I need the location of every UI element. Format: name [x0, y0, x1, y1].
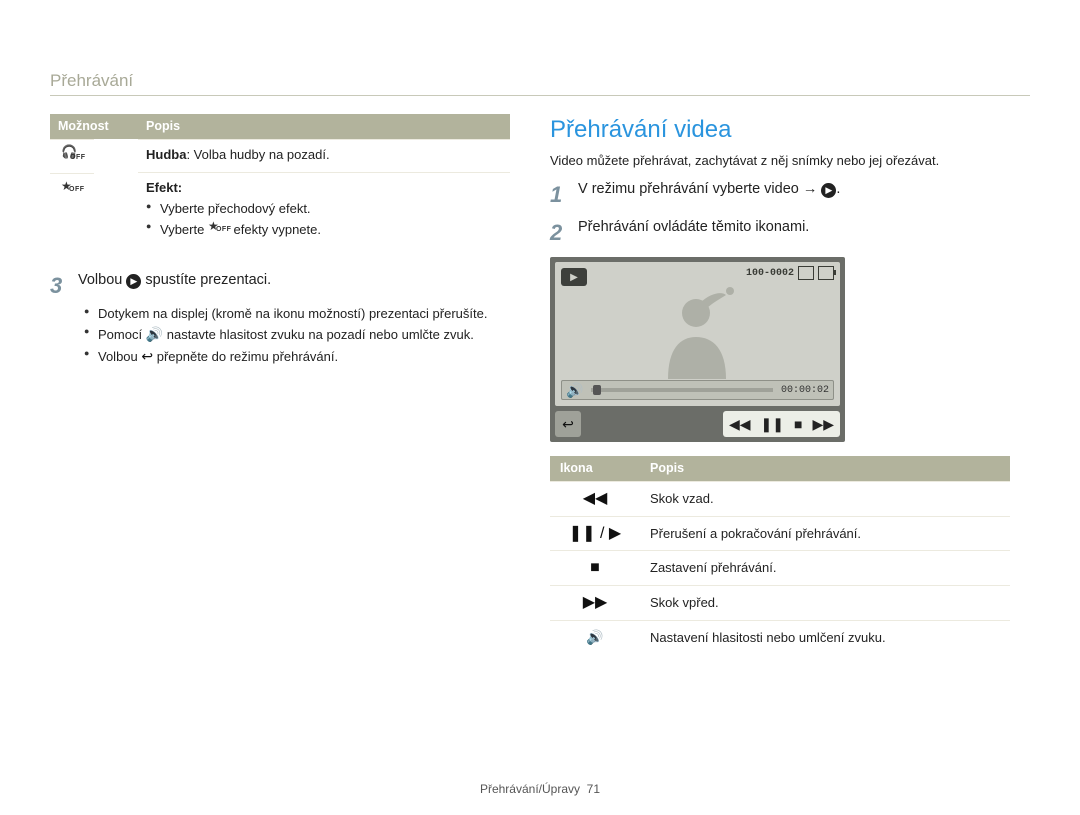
- progress-bar: 00:00:02: [561, 380, 834, 400]
- pause-play-icon: ❚❚ / ▶: [550, 516, 640, 551]
- table-row: Efekt: Vyberte přechodový efekt. Vyberte…: [50, 173, 510, 253]
- list-item: Vyberte efekty vypnete.: [146, 220, 502, 239]
- speaker-icon: [146, 327, 163, 342]
- elapsed-time: 00:00:02: [781, 384, 829, 398]
- cell-desc: Přerušení a pokračování přehrávání.: [640, 516, 1010, 551]
- step-2: 2 Přehrávání ovládáte těmito ikonami.: [550, 218, 1010, 248]
- fast-forward-icon: ▶▶: [812, 415, 834, 434]
- file-counter: 100-0002: [746, 267, 794, 281]
- progress-track: [591, 388, 773, 392]
- crop-icon: [798, 266, 814, 280]
- manual-page: Přehrávání Možnost Popis Hudba: Volba hu…: [0, 0, 1080, 815]
- step-3: 3 Volbou ▶ spustíte prezentaci.: [50, 271, 510, 301]
- cell-desc: Zastavení přehrávání.: [640, 551, 1010, 586]
- step-number: 3: [50, 271, 68, 301]
- table-row: ■ Zastavení přehrávání.: [550, 551, 1010, 586]
- section-intro: Video můžete přehrávat, zachytávat z něj…: [550, 152, 1010, 170]
- video-player-preview: 100-0002: [550, 257, 845, 442]
- list-item: Vyberte přechodový efekt.: [146, 200, 502, 218]
- speaker-icon: [566, 381, 583, 400]
- silhouette-graphic: [638, 279, 758, 379]
- step-number: 2: [550, 218, 568, 248]
- page-footer: Přehrávání/Úpravy 71: [0, 781, 1080, 797]
- stop-icon: ■: [550, 551, 640, 586]
- play-circle-icon: ▶: [126, 274, 141, 289]
- section-title: Přehrávání videa: [550, 114, 1010, 146]
- speaker-icon: [550, 620, 640, 654]
- footer-section: Přehrávání/Úpravy: [480, 782, 580, 796]
- stop-icon: ■: [794, 415, 802, 434]
- list-item: Dotykem na displej (kromě na ikonu možno…: [84, 305, 510, 323]
- battery-icon: [818, 266, 834, 280]
- th-option: Možnost: [50, 114, 138, 139]
- cell-effect-desc: Efekt: Vyberte přechodový efekt. Vyberte…: [138, 173, 510, 253]
- progress-knob: [593, 385, 601, 395]
- rewind-icon: ◀◀: [729, 415, 751, 434]
- return-icon: [141, 349, 153, 364]
- th-desc: Popis: [640, 456, 1010, 481]
- player-bottom-bar: ◀◀ ❚❚ ■ ▶▶: [555, 411, 840, 437]
- step-text: Volbou ▶ spustíte prezentaci.: [78, 271, 510, 291]
- table-row: ❚❚ / ▶ Přerušení a pokračování přehráván…: [550, 516, 1010, 551]
- star-off-icon-inline: [208, 220, 230, 234]
- th-icon: Ikona: [550, 456, 640, 481]
- right-column: Přehrávání videa Video můžete přehrávat,…: [550, 114, 1010, 654]
- cell-desc: Skok vzad.: [640, 482, 1010, 517]
- left-column: Možnost Popis Hudba: Volba hudby na poza…: [50, 114, 510, 654]
- list-item: Volbou přepněte do režimu přehrávání.: [84, 347, 510, 366]
- th-desc: Popis: [138, 114, 510, 139]
- rewind-icon: ◀◀: [550, 482, 640, 517]
- table-row: ◀◀ Skok vzad.: [550, 482, 1010, 517]
- play-circle-icon: ▶: [821, 183, 836, 198]
- headphones-off-icon: [50, 139, 94, 173]
- step-number: 1: [550, 180, 568, 210]
- table-row: Nastavení hlasitosti nebo umlčení zvuku.: [550, 620, 1010, 654]
- step-text: V režimu přehrávání vyberte video → ▶.: [578, 180, 1010, 200]
- star-off-icon: [50, 173, 94, 205]
- back-button: [555, 411, 581, 437]
- icons-table: Ikona Popis ◀◀ Skok vzad. ❚❚ / ▶ Přeruše…: [550, 456, 1010, 654]
- cell-desc: Nastavení hlasitosti nebo umlčení zvuku.: [640, 620, 1010, 654]
- options-table: Možnost Popis Hudba: Volba hudby na poza…: [50, 114, 510, 253]
- cell-desc: Skok vpřed.: [640, 585, 1010, 620]
- step-1: 1 V režimu přehrávání vyberte video → ▶.: [550, 180, 1010, 210]
- table-row: Hudba: Volba hudby na pozadí.: [50, 139, 510, 173]
- list-item: Pomocí nastavte hlasitost zvuku na pozad…: [84, 325, 510, 344]
- footer-page-number: 71: [587, 782, 600, 796]
- movie-icon: [561, 268, 587, 286]
- hud-top-right: 100-0002: [746, 266, 834, 280]
- fast-forward-icon: ▶▶: [550, 585, 640, 620]
- viewport: 100-0002: [555, 262, 840, 406]
- step3-notes: Dotykem na displej (kromě na ikonu možno…: [84, 305, 510, 366]
- pause-icon: ❚❚: [761, 415, 784, 434]
- table-row: ▶▶ Skok vpřed.: [550, 585, 1010, 620]
- cell-music-desc: Hudba: Volba hudby na pozadí.: [138, 139, 510, 173]
- running-header: Přehrávání: [50, 70, 1030, 96]
- step-text: Přehrávání ovládáte těmito ikonami.: [578, 218, 1010, 238]
- transport-controls: ◀◀ ❚❚ ■ ▶▶: [723, 411, 840, 437]
